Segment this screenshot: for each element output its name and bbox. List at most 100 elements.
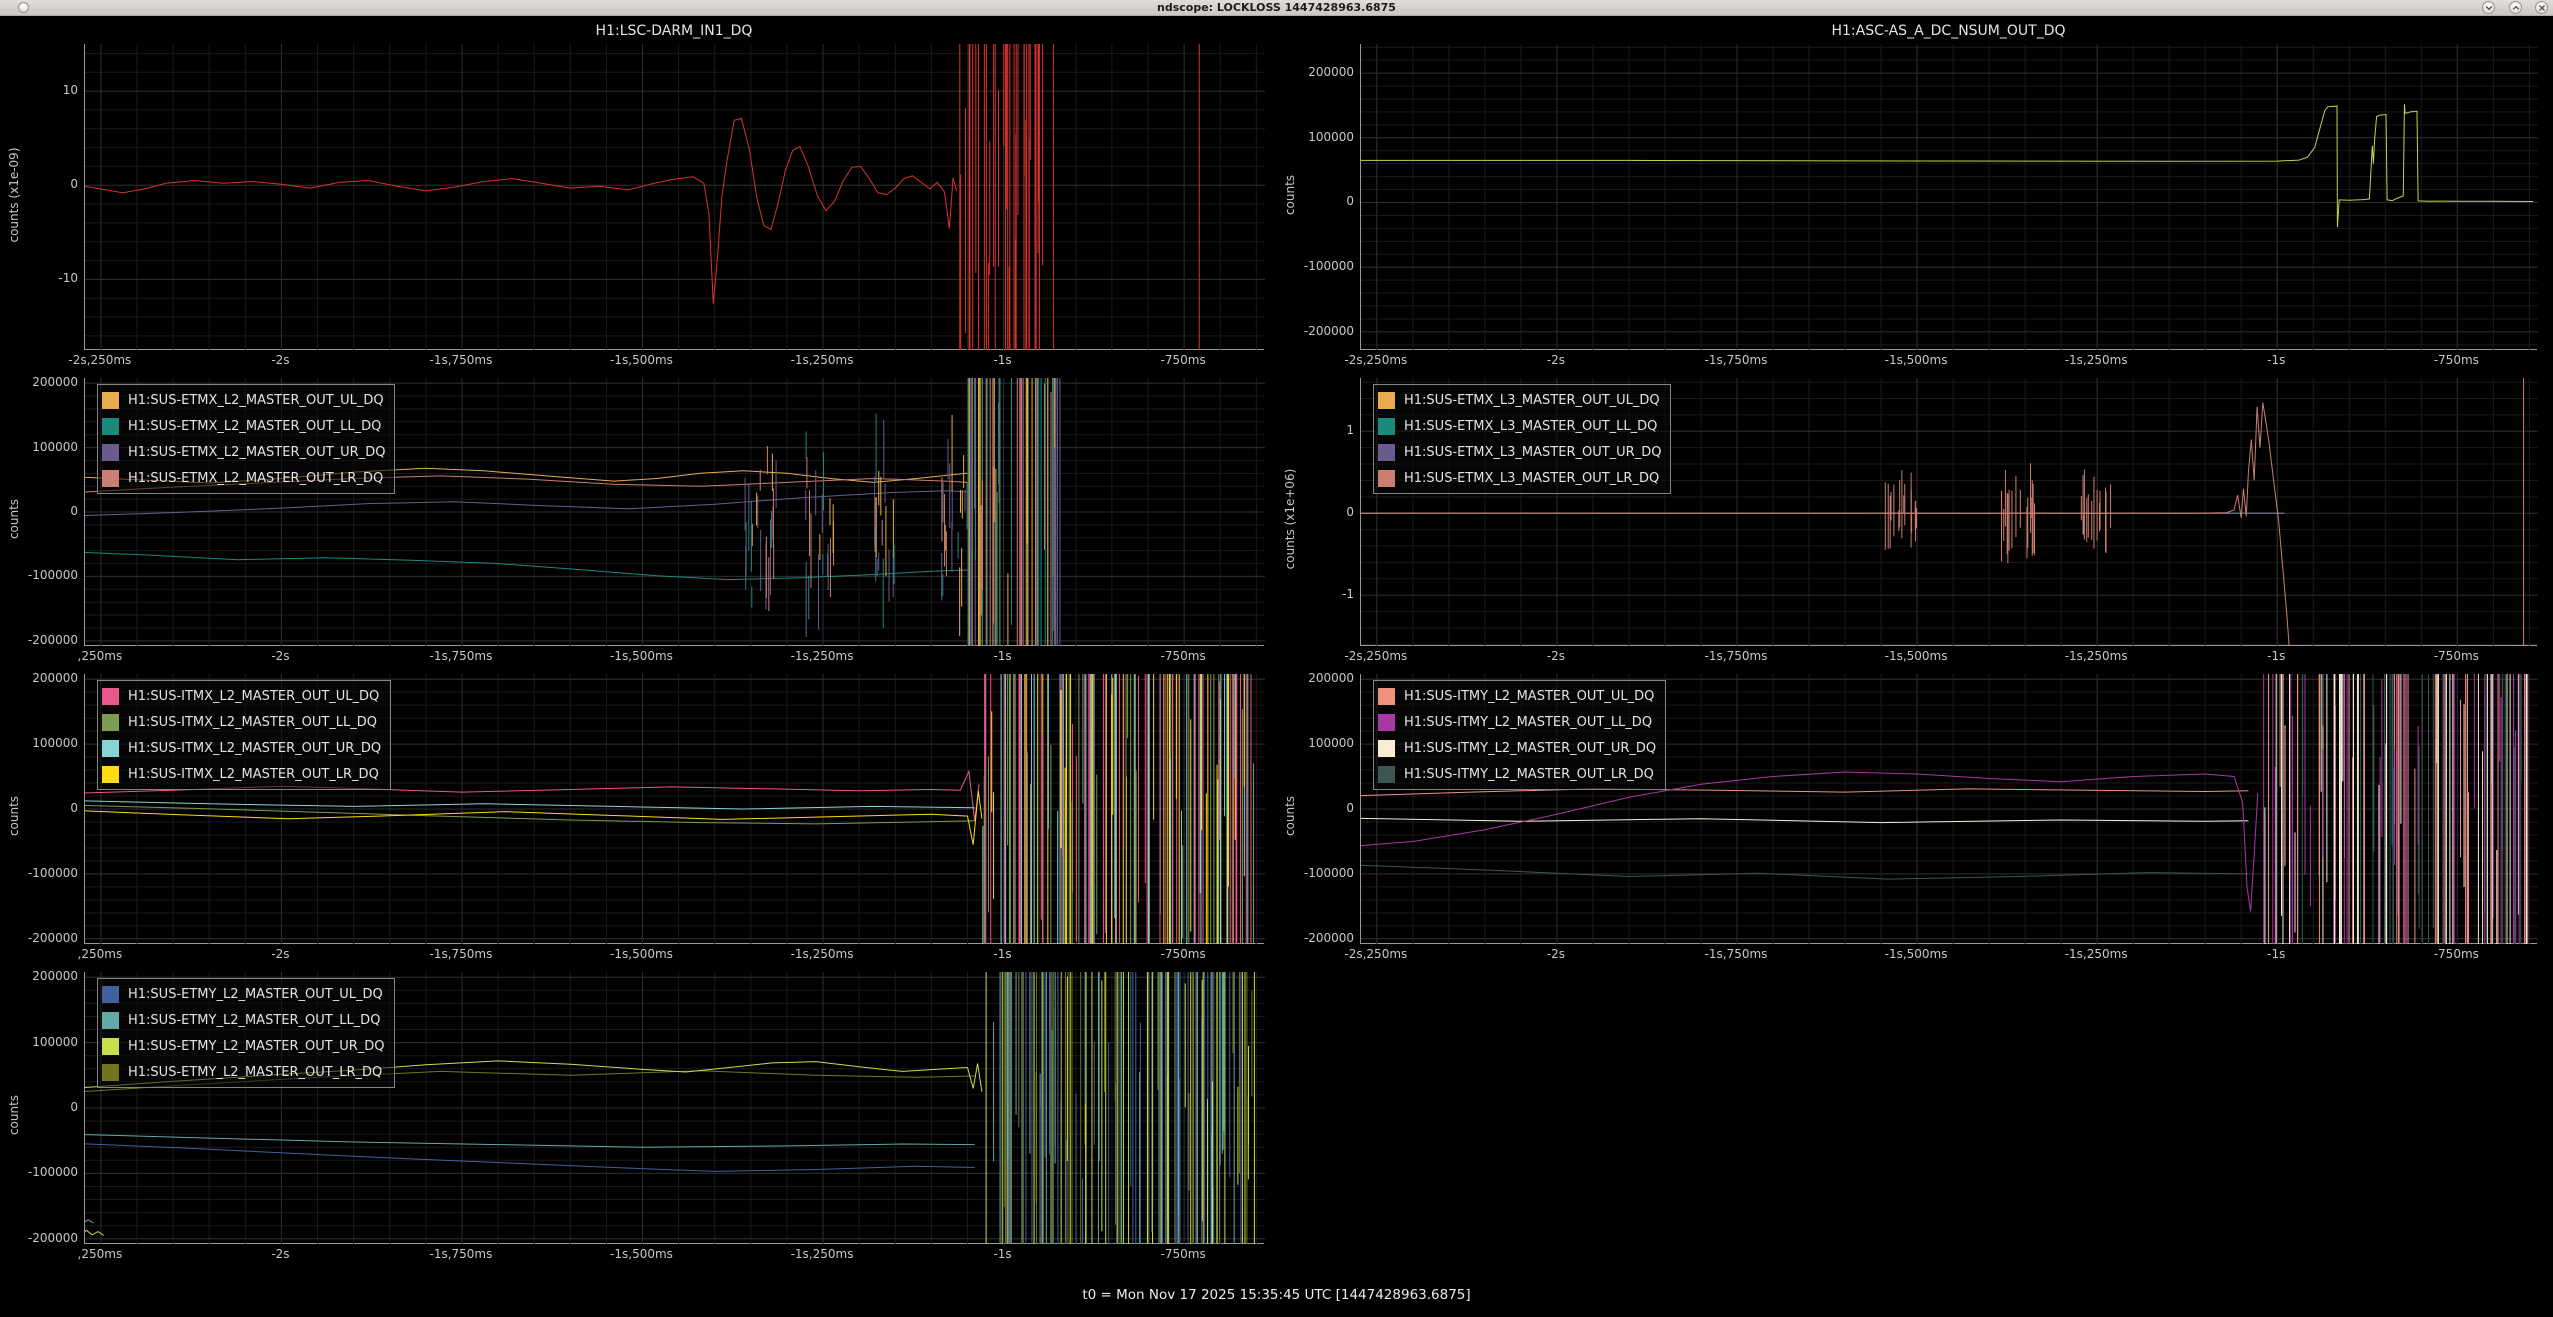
legend-swatch-icon	[102, 1064, 119, 1081]
x-tick-label: -1s,250ms	[2026, 354, 2166, 367]
legend-label: H1:SUS-ETMX_L2_MASTER_OUT_UR_DQ	[128, 445, 385, 460]
legend-swatch-icon	[1378, 392, 1395, 409]
trace-LL	[85, 805, 975, 824]
y-tick-label: 0	[12, 178, 78, 191]
legend-label: H1:SUS-ETMY_L2_MASTER_OUT_LR_DQ	[128, 1065, 382, 1080]
legend-item: H1:SUS-ITMX_L2_MASTER_OUT_UR_DQ	[102, 735, 381, 761]
legend[interactable]: H1:SUS-ETMX_L2_MASTER_OUT_UL_DQ H1:SUS-ET…	[97, 384, 395, 494]
x-tick-label: -2s	[210, 948, 350, 961]
legend-item: H1:SUS-ETMY_L2_MASTER_OUT_LL_DQ	[102, 1007, 385, 1033]
y-tick-label: 0	[1288, 506, 1354, 519]
legend-label: H1:SUS-ITMX_L2_MASTER_OUT_LR_DQ	[128, 767, 379, 782]
y-tick-label: -200000	[1288, 325, 1354, 338]
plot-viewport[interactable]	[1360, 44, 2537, 350]
window-menu-button[interactable]	[18, 2, 29, 13]
y-tick-label: 0	[1288, 195, 1354, 208]
legend-item: H1:SUS-ETMX_L3_MASTER_OUT_LL_DQ	[1378, 413, 1661, 439]
legend-swatch-icon	[102, 766, 119, 783]
x-tick-label: -1s,500ms	[572, 354, 712, 367]
trace-LL-fragment	[85, 1219, 94, 1224]
close-icon[interactable]	[2535, 1, 2548, 14]
legend-swatch-icon	[1378, 470, 1395, 487]
plot-viewport[interactable]	[84, 44, 1264, 350]
legend-label: H1:SUS-ITMX_L2_MASTER_OUT_UL_DQ	[128, 689, 379, 704]
y-tick-label: 1	[1288, 424, 1354, 437]
legend-item: H1:SUS-ITMX_L2_MASTER_OUT_LL_DQ	[102, 709, 381, 735]
plot-title: H1:ASC-AS_A_DC_NSUM_OUT_DQ	[1360, 23, 2537, 39]
y-tick-label: -100000	[12, 867, 78, 880]
window-title: ndscope: LOCKLOSS 1447428963.6875	[1157, 1, 1396, 14]
plot-sus-itmx-l2[interactable]: counts2000001000000-100000-200000,250ms-…	[6, 668, 1272, 964]
legend-item: H1:SUS-ETMX_L2_MASTER_OUT_LL_DQ	[102, 413, 385, 439]
x-tick-label: -1s,500ms	[572, 650, 712, 663]
x-tick-label: -2s,250ms	[1306, 948, 1446, 961]
plot-sus-etmx-l2[interactable]: counts2000001000000-100000-200000,250ms-…	[6, 372, 1272, 666]
x-tick-label: -750ms	[1113, 650, 1253, 663]
x-tick-label: -750ms	[2386, 948, 2526, 961]
plot-sus-itmy-l2[interactable]: counts2000001000000-100000-200000-2s,250…	[1282, 668, 2545, 964]
legend[interactable]: H1:SUS-ETMX_L3_MASTER_OUT_UL_DQH1:SUS-ET…	[1373, 384, 1671, 494]
trace-LR	[1361, 865, 2248, 879]
plot-asc-as-a-dc-nsum[interactable]: H1:ASC-AS_A_DC_NSUM_OUT_DQcounts20000010…	[1282, 20, 2545, 370]
y-tick-label: -100000	[1288, 867, 1354, 880]
plot-sus-etmx-l3[interactable]: counts (x1e+06)10-1-2s,250ms-2s-1s,750ms…	[1282, 372, 2545, 666]
y-tick-label: 100000	[12, 737, 78, 750]
legend-swatch-icon	[102, 418, 119, 435]
legend-swatch-icon	[102, 470, 119, 487]
plot-canvas[interactable]	[85, 44, 1265, 350]
legend-item: H1:SUS-ETMY_L2_MASTER_OUT_LR_DQ	[102, 1059, 385, 1085]
y-tick-label: -200000	[12, 932, 78, 945]
y-tick-label: -100000	[12, 569, 78, 582]
close-x-icon	[2538, 4, 2546, 12]
x-tick-label: ,250ms	[30, 948, 170, 961]
y-tick-label: 0	[1288, 802, 1354, 815]
x-tick-label: -1s,750ms	[391, 650, 531, 663]
maximize-button[interactable]	[2509, 1, 2522, 14]
x-tick-label: -1s,500ms	[572, 1248, 712, 1261]
y-tick-label: 200000	[12, 672, 78, 685]
window-titlebar[interactable]: ndscope: LOCKLOSS 1447428963.6875	[0, 0, 2553, 16]
minimize-button[interactable]	[2482, 1, 2495, 14]
x-tick-label: -1s,750ms	[1666, 650, 1806, 663]
x-tick-label: ,250ms	[30, 650, 170, 663]
y-tick-label: -10	[12, 272, 78, 285]
legend-label: H1:SUS-ETMY_L2_MASTER_OUT_LL_DQ	[128, 1013, 380, 1028]
x-tick-label: -1s,250ms	[752, 948, 892, 961]
legend-label: H1:SUS-ITMX_L2_MASTER_OUT_UR_DQ	[128, 741, 381, 756]
legend[interactable]: H1:SUS-ETMY_L2_MASTER_OUT_UL_DQ H1:SUS-ET…	[97, 978, 395, 1088]
x-tick-label: -1s,750ms	[1666, 354, 1806, 367]
legend-item: H1:SUS-ITMY_L2_MASTER_OUT_LL_DQ	[1378, 709, 1656, 735]
y-tick-label: 0	[12, 505, 78, 518]
x-tick-label: -1s,250ms	[752, 650, 892, 663]
legend-swatch-icon	[1378, 444, 1395, 461]
chevron-down-icon	[2485, 4, 2493, 12]
x-tick-label: -2s	[1486, 650, 1626, 663]
y-tick-label: -200000	[1288, 932, 1354, 945]
legend-swatch-icon	[102, 1012, 119, 1029]
legend-item: H1:SUS-ETMX_L2_MASTER_OUT_UL_DQ	[102, 387, 385, 413]
x-tick-label: -1s,250ms	[752, 1248, 892, 1261]
legend-label: H1:SUS-ITMY_L2_MASTER_OUT_LL_DQ	[1404, 715, 1652, 730]
legend[interactable]: H1:SUS-ITMY_L2_MASTER_OUT_UL_DQH1:SUS-IT…	[1373, 680, 1666, 790]
legend-item: H1:SUS-ETMX_L3_MASTER_OUT_UL_DQ	[1378, 387, 1661, 413]
x-tick-label: -1s	[2206, 650, 2346, 663]
y-tick-label: -1	[1288, 588, 1354, 601]
x-tick-label: -1s,500ms	[1846, 948, 1986, 961]
x-tick-label: -1s	[2206, 948, 2346, 961]
x-tick-label: -1s	[933, 354, 1073, 367]
x-tick-label: -1s,250ms	[2026, 948, 2166, 961]
plot-sus-etmy-l2[interactable]: counts2000001000000-100000-200000,250ms-…	[6, 966, 1272, 1264]
x-tick-label: -1s	[2206, 354, 2346, 367]
x-tick-label: -1s,750ms	[391, 948, 531, 961]
x-tick-label: -750ms	[2386, 650, 2526, 663]
x-tick-label: -1s,750ms	[391, 1248, 531, 1261]
legend-item: H1:SUS-ETMY_L2_MASTER_OUT_UL_DQ	[102, 981, 385, 1007]
plot-lsc-darm[interactable]: H1:LSC-DARM_IN1_DQcounts (x1e-09)100-10-…	[6, 20, 1272, 370]
legend[interactable]: H1:SUS-ITMX_L2_MASTER_OUT_UL_DQ H1:SUS-IT…	[97, 680, 391, 790]
legend-item: H1:SUS-ITMX_L2_MASTER_OUT_LR_DQ	[102, 761, 381, 787]
legend-label: H1:SUS-ETMX_L2_MASTER_OUT_UL_DQ	[128, 393, 384, 408]
x-tick-label: -2s	[1486, 948, 1626, 961]
plot-canvas[interactable]	[1361, 44, 2538, 350]
x-tick-label: -1s,750ms	[1666, 948, 1806, 961]
legend-item: H1:SUS-ETMY_L2_MASTER_OUT_UR_DQ	[102, 1033, 385, 1059]
